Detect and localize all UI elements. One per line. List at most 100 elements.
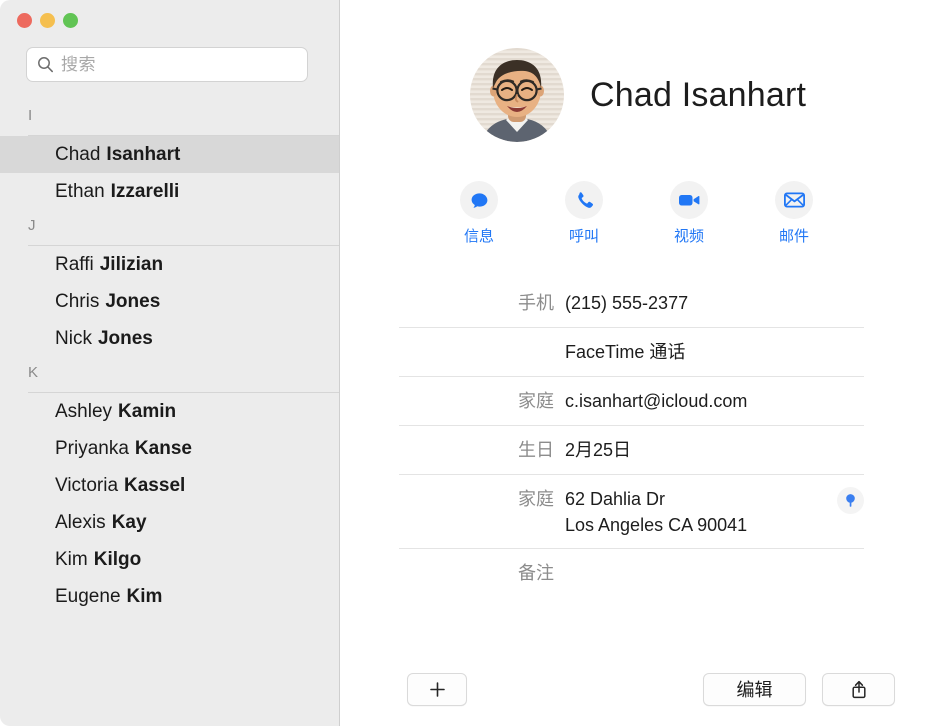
- list-item[interactable]: Chad Isanhart: [0, 136, 339, 173]
- contact-last-name: Jilizian: [99, 253, 164, 275]
- action-label: 邮件: [778, 228, 809, 245]
- field-value-line: 62 Dahlia Dr: [565, 489, 666, 509]
- contact-first-name: Ethan: [55, 180, 105, 202]
- field-value[interactable]: 2月25日: [565, 437, 864, 463]
- contact-last-name: Kassel: [124, 474, 186, 496]
- list-item[interactable]: Chris Jones: [0, 283, 339, 320]
- search-input[interactable]: 搜索: [26, 47, 308, 82]
- contact-first-name: Raffi: [55, 253, 94, 275]
- share-button[interactable]: [822, 672, 895, 706]
- section-header-j: J: [0, 210, 339, 246]
- contact-fields: 手机 (215) 555-2377 FaceTime 通话 家庭 c.isanh…: [399, 279, 864, 597]
- list-item[interactable]: Kim Kilgo: [0, 541, 339, 578]
- contact-list[interactable]: I Chad Isanhart Ethan Izzarelli J Raffi …: [0, 100, 339, 726]
- map-pin-icon: [846, 494, 855, 507]
- contact-last-name: Kanse: [134, 437, 192, 459]
- bottom-toolbar: 编辑: [340, 652, 931, 726]
- mail-icon: [783, 192, 805, 208]
- action-label: 视频: [673, 228, 704, 245]
- field-label: 手机: [518, 293, 554, 313]
- contact-last-name: Jones: [97, 327, 153, 349]
- contact-detail-pane: Chad Isanhart 信息 呼叫 视频 邮件 手机 (215) 555-2…: [340, 0, 931, 726]
- list-item[interactable]: Ashley Kamin: [0, 393, 339, 430]
- field-label: 家庭: [518, 391, 554, 411]
- section-letter: J: [28, 217, 36, 234]
- share-icon: [851, 680, 866, 698]
- sidebar: 搜索 I Chad Isanhart Ethan Izzarelli J Raf…: [0, 0, 340, 726]
- field-label: 家庭: [518, 489, 554, 509]
- list-item[interactable]: Raffi Jilizian: [0, 246, 339, 283]
- contact-last-name: Kay: [111, 511, 147, 533]
- list-item[interactable]: Victoria Kassel: [0, 467, 339, 504]
- avatar[interactable]: [470, 48, 564, 142]
- field-row-facetime[interactable]: FaceTime 通话: [399, 328, 864, 377]
- field-value-line: c.isanhart@icloud.com: [565, 391, 748, 411]
- contact-last-name: Kim: [126, 585, 163, 607]
- zoom-button[interactable]: [63, 13, 78, 28]
- field-label: 生日: [518, 440, 554, 460]
- field-value[interactable]: c.isanhart@icloud.com: [565, 388, 864, 414]
- map-pin-button[interactable]: [837, 487, 864, 514]
- field-row-notes[interactable]: 备注: [399, 549, 864, 597]
- minimize-button[interactable]: [40, 13, 55, 28]
- action-message[interactable]: 信息: [460, 181, 498, 246]
- list-item[interactable]: Priyanka Kanse: [0, 430, 339, 467]
- contact-first-name: Chris: [55, 290, 100, 312]
- field-value[interactable]: (215) 555-2377: [565, 290, 864, 316]
- action-video[interactable]: 视频: [670, 181, 708, 246]
- section-header-i: I: [0, 100, 339, 136]
- edit-button[interactable]: 编辑: [703, 672, 806, 706]
- action-call[interactable]: 呼叫: [565, 181, 603, 246]
- page-title: Chad Isanhart: [590, 75, 807, 114]
- call-button[interactable]: [565, 181, 603, 219]
- add-contact-button[interactable]: [407, 672, 467, 706]
- list-item[interactable]: Eugene Kim: [0, 578, 339, 615]
- section-letter: I: [28, 107, 33, 124]
- contact-first-name: Alexis: [55, 511, 106, 533]
- field-label: 备注: [518, 563, 554, 583]
- field-row-email[interactable]: 家庭 c.isanhart@icloud.com: [399, 377, 864, 426]
- search-icon: [38, 57, 53, 73]
- list-item[interactable]: Nick Jones: [0, 320, 339, 357]
- contact-header: Chad Isanhart: [340, 0, 931, 142]
- contact-last-name: Isanhart: [106, 143, 181, 165]
- section-letter: K: [28, 364, 39, 381]
- contact-first-name: Chad: [55, 143, 101, 165]
- action-label: 信息: [463, 228, 494, 245]
- search-field[interactable]: 搜索: [26, 47, 308, 82]
- mail-button[interactable]: [775, 181, 813, 219]
- contact-photo: [470, 48, 564, 142]
- field-value[interactable]: 62 Dahlia Dr Los Angeles CA 90041: [565, 486, 864, 538]
- message-icon: [471, 192, 487, 208]
- message-button[interactable]: [460, 181, 498, 219]
- field-row-mobile[interactable]: 手机 (215) 555-2377: [399, 279, 864, 328]
- window-controls: [17, 13, 78, 28]
- contact-last-name: Jones: [105, 290, 161, 312]
- field-row-address[interactable]: 家庭 62 Dahlia Dr Los Angeles CA 90041: [399, 475, 864, 549]
- field-row-birthday[interactable]: 生日 2月25日: [399, 426, 864, 475]
- contact-last-name: Izzarelli: [110, 180, 180, 202]
- contact-last-name: Kilgo: [93, 548, 142, 570]
- quick-actions: 信息 呼叫 视频 邮件: [340, 181, 931, 246]
- close-button[interactable]: [17, 13, 32, 28]
- field-value[interactable]: FaceTime 通话: [565, 339, 864, 365]
- contact-first-name: Kim: [55, 548, 88, 570]
- action-label: 呼叫: [568, 228, 599, 245]
- contact-first-name: Priyanka: [55, 437, 129, 459]
- contact-first-name: Eugene: [55, 585, 121, 607]
- list-item[interactable]: Alexis Kay: [0, 504, 339, 541]
- field-value-line: 2月25日: [565, 440, 632, 460]
- video-icon: [679, 195, 700, 206]
- plus-icon: [429, 681, 445, 697]
- phone-icon: [578, 192, 594, 208]
- list-item[interactable]: Ethan Izzarelli: [0, 173, 339, 210]
- contact-last-name: Kamin: [118, 400, 177, 422]
- action-mail[interactable]: 邮件: [775, 181, 813, 246]
- contact-first-name: Ashley: [55, 400, 113, 422]
- contact-first-name: Victoria: [55, 474, 119, 496]
- search-placeholder: 搜索: [61, 55, 96, 74]
- field-value-line: Los Angeles CA 90041: [565, 515, 748, 535]
- edit-button-label: 编辑: [736, 680, 773, 700]
- video-button[interactable]: [670, 181, 708, 219]
- section-header-k: K: [0, 357, 339, 393]
